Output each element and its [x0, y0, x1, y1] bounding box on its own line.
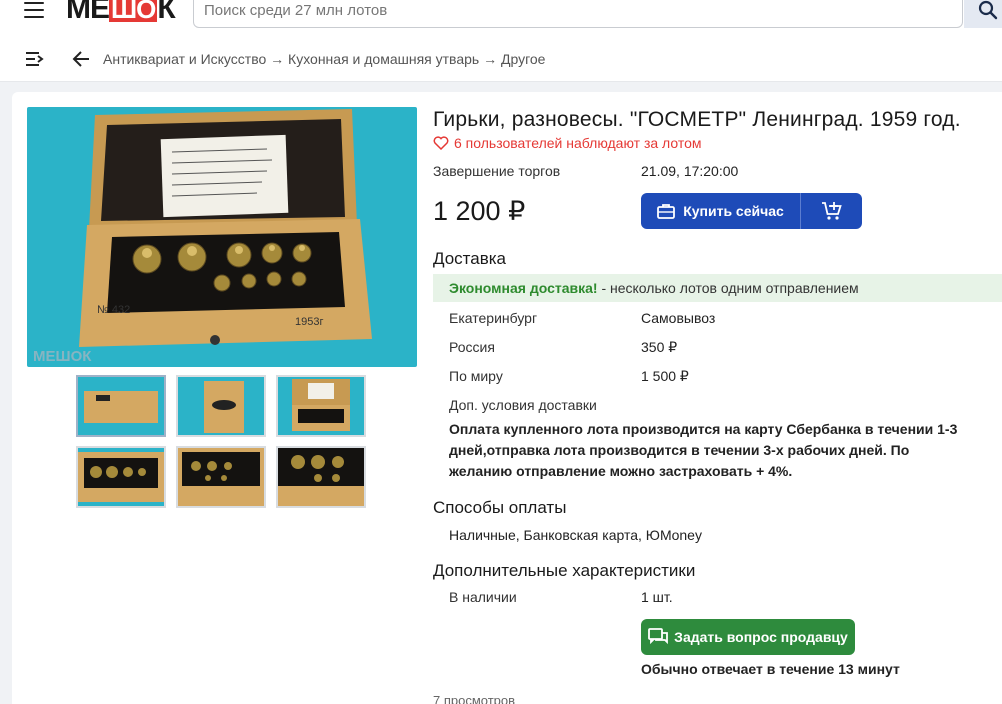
delivery-row-value: Самовывоз [641, 310, 716, 326]
breadcrumb[interactable]: Антиквариат и Искусство → Кухонная и дом… [103, 51, 545, 67]
thumbnail-1[interactable] [76, 375, 166, 437]
buy-now-group: Купить сейчас [641, 193, 862, 229]
stock-value: 1 шт. [641, 589, 673, 605]
thumbnail-2[interactable] [176, 375, 266, 437]
reply-time-note: Обычно отвечает в течение 13 минут [641, 661, 900, 677]
payment-heading: Способы оплаты [433, 498, 567, 517]
delivery-row-value: 1 500 ₽ [641, 368, 689, 384]
thumbnail-6[interactable] [276, 446, 366, 508]
lot-title: Гирьки, разновесы. "ГОСМЕТР" Ленинград. … [433, 108, 961, 131]
econ-delivery-banner[interactable]: Экономная доставка! - несколько лотов од… [433, 274, 1002, 302]
search-button[interactable] [964, 0, 1002, 28]
heart-icon [433, 136, 449, 150]
ask-seller-button[interactable]: Задать вопрос продавцу [641, 619, 855, 655]
payment-methods: Наличные, Банковская карта, ЮMoney [449, 527, 702, 543]
back-arrow-icon[interactable] [72, 50, 90, 68]
extra-heading: Дополнительные характеристики [433, 561, 696, 580]
site-logo[interactable]: МЕШОК [66, 0, 176, 24]
views-count: 7 просмотров [433, 693, 516, 704]
end-value: 21.09, 17:20:00 [641, 163, 739, 179]
box-label-number: № 432 [97, 304, 130, 316]
briefcase-icon [657, 204, 676, 219]
price: 1 200 ₽ [433, 196, 526, 226]
photo-watermark: МЕШОК [33, 348, 92, 365]
econ-delivery-text: - несколько лотов одним отправлением [597, 280, 859, 296]
watchers-text: 6 пользователей наблюдают за лотом [454, 135, 702, 151]
delivery-row-value: 350 ₽ [641, 339, 678, 355]
thumbnail-5[interactable] [176, 446, 266, 508]
stock-label: В наличии [449, 589, 517, 605]
cart-plus-icon [822, 202, 842, 220]
add-to-cart-button[interactable] [802, 193, 862, 229]
watchers-link[interactable]: 6 пользователей наблюдают за лотом [433, 135, 702, 151]
extra-delivery-label: Доп. условия доставки [449, 397, 597, 413]
weights-box-image: № 432 1953г МЕШОК [33, 109, 372, 365]
delivery-heading: Доставка [433, 249, 507, 268]
hamburger-menu-icon[interactable] [24, 2, 44, 18]
top-bar: МЕШОК [0, 0, 1002, 36]
extra-delivery-text: Оплата купленного лота производится на к… [449, 421, 958, 479]
main-photo[interactable]: № 432 1953г МЕШОК [27, 107, 417, 367]
box-label-year: 1953г [295, 316, 323, 328]
end-label: Завершение торгов [433, 163, 561, 179]
chat-icon [648, 628, 669, 645]
breadcrumb-bar: Антиквариат и Искусство → Кухонная и дом… [0, 36, 1002, 82]
buy-now-button[interactable]: Купить сейчас [641, 193, 801, 229]
econ-delivery-title: Экономная доставка! [449, 280, 598, 296]
search-field[interactable] [193, 0, 963, 28]
catalog-menu-icon[interactable] [25, 51, 45, 67]
delivery-row-label: Россия [449, 339, 495, 355]
delivery-row-label: По миру [449, 368, 503, 384]
delivery-row-label: Екатеринбург [449, 310, 538, 326]
thumbnail-3[interactable] [276, 375, 366, 437]
ask-seller-label: Задать вопрос продавцу [674, 629, 848, 645]
thumbnail-4[interactable] [76, 446, 166, 508]
buy-now-label: Купить сейчас [683, 203, 784, 219]
search-input[interactable] [194, 0, 962, 27]
search-icon [978, 0, 998, 20]
